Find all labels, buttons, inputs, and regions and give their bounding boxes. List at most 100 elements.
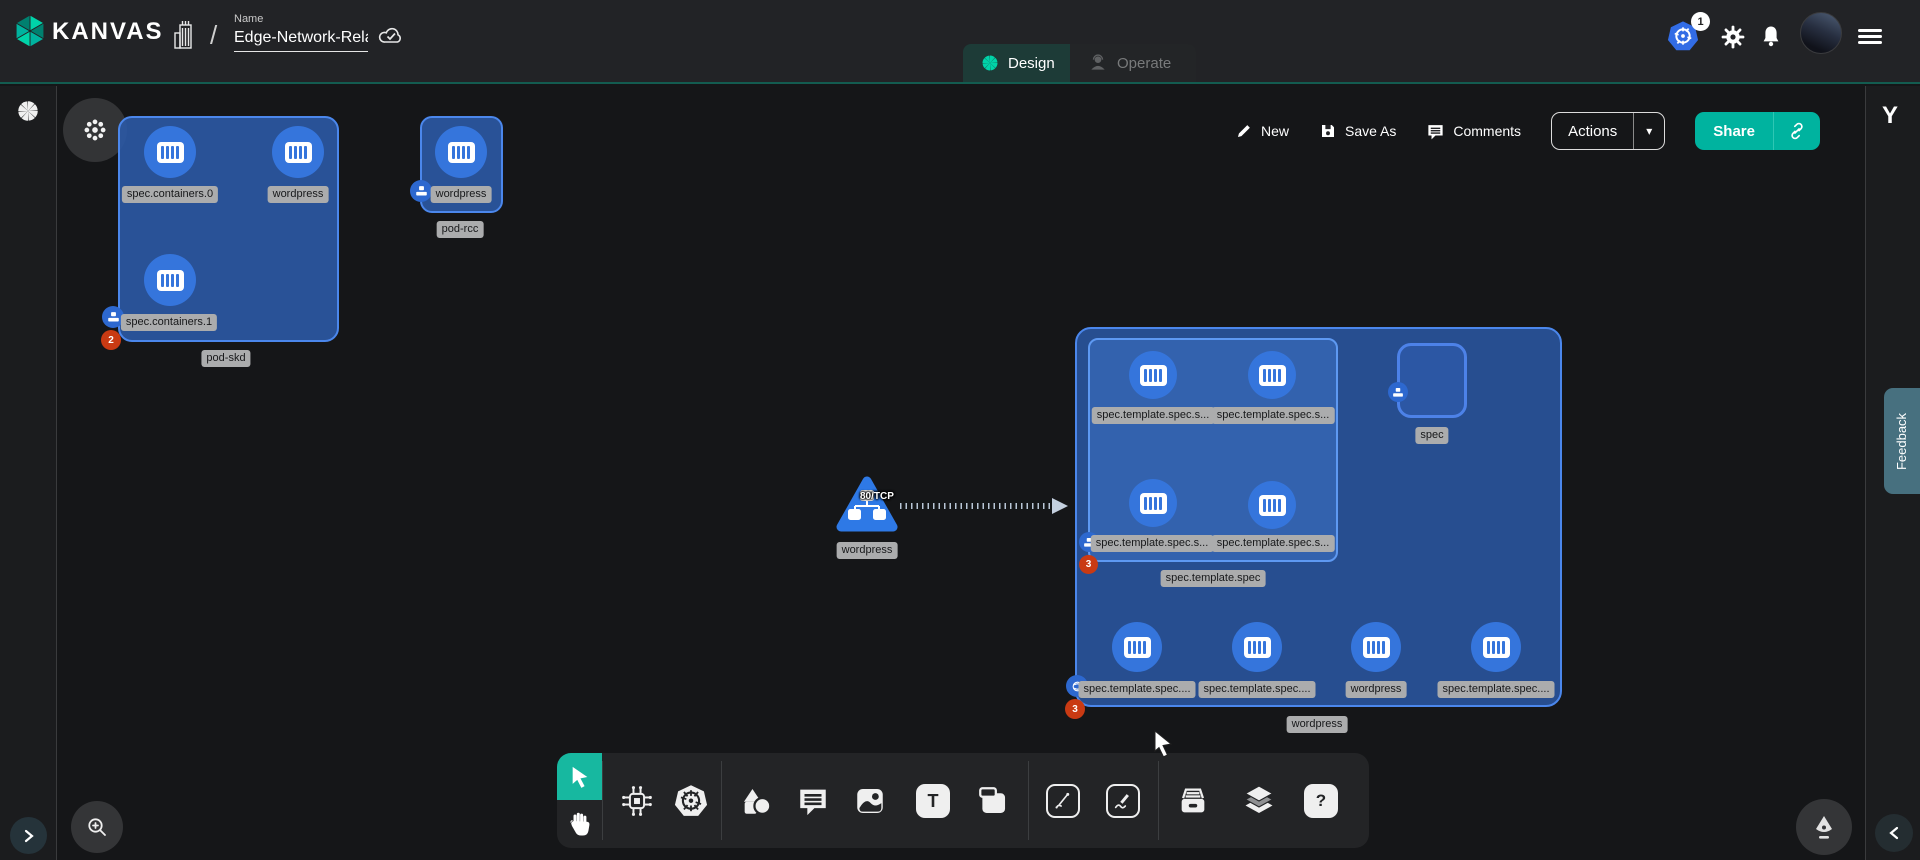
select-tool[interactable] [557, 753, 602, 800]
history-spiral-icon[interactable] [15, 98, 41, 124]
component-shapes-tool[interactable] [618, 782, 656, 820]
feedback-label: Feedback [1895, 412, 1910, 469]
node-spec-containers-1[interactable] [144, 254, 196, 306]
error-count-badge[interactable]: 3 [1079, 555, 1098, 574]
group-label-spec-template-spec: spec.template.spec [1161, 570, 1266, 587]
new-button-label: New [1261, 123, 1289, 139]
container-icon [1363, 637, 1390, 658]
container-icon [1244, 637, 1271, 658]
save-as-button[interactable]: Save As [1319, 122, 1396, 140]
notifications-bell-icon[interactable] [1759, 24, 1783, 50]
ink-pen-button[interactable] [1796, 799, 1852, 855]
node-template-container[interactable] [1248, 481, 1296, 529]
toolbar-divider [1158, 761, 1159, 840]
new-button[interactable]: New [1235, 122, 1289, 140]
y-panel-icon[interactable]: Y [1882, 102, 1898, 130]
k8s-context-count-badge: 1 [1691, 12, 1710, 31]
design-spiral-icon [981, 54, 999, 72]
kubernetes-tool[interactable] [672, 782, 710, 820]
image-tool[interactable] [851, 782, 889, 820]
tab-operate[interactable]: Operate [1070, 44, 1196, 82]
collapse-right-panel-button[interactable] [1875, 814, 1913, 852]
node-template-container[interactable] [1112, 622, 1162, 672]
design-name-input[interactable] [234, 28, 368, 52]
container-icon [1259, 365, 1286, 386]
app-header: KANVAS / Name [0, 0, 1920, 84]
save-icon [1319, 122, 1337, 140]
container-icon [157, 270, 184, 291]
tab-design-label: Design [1008, 55, 1055, 72]
node-label: spec.template.spec.s... [1212, 535, 1335, 552]
chip-icon [620, 784, 654, 818]
label-shape-tool[interactable] [974, 782, 1012, 820]
node-service-wordpress[interactable] [834, 474, 900, 536]
feedback-tab[interactable]: Feedback [1884, 388, 1920, 494]
hand-icon [568, 811, 592, 837]
zoom-button[interactable] [71, 801, 123, 853]
error-count-badge[interactable]: 3 [1065, 699, 1085, 719]
node-label: spec.template.spec.... [1079, 681, 1196, 698]
pen-tool[interactable] [1044, 782, 1082, 820]
zoom-in-icon [85, 815, 109, 839]
node-spec-containers-0[interactable] [144, 126, 196, 178]
tab-design[interactable]: Design [963, 44, 1070, 82]
hamburger-menu-icon[interactable] [1858, 26, 1882, 47]
settings-gear-icon[interactable] [1720, 24, 1746, 50]
kubernetes-context-icon[interactable]: 1 [1666, 20, 1700, 52]
kanvas-logo-icon[interactable] [14, 13, 46, 49]
node-label: spec.containers.1 [121, 314, 217, 331]
node-template-container[interactable] [1129, 479, 1177, 527]
help-tool[interactable]: ? [1302, 782, 1340, 820]
layers-tool[interactable] [1240, 782, 1278, 820]
node-label: spec.containers.0 [122, 186, 218, 203]
container-icon [448, 142, 475, 163]
node-label: spec.template.spec.s... [1091, 535, 1214, 552]
comments-button[interactable]: Comments [1426, 122, 1521, 141]
new-pencil-icon [1235, 122, 1253, 140]
label-rect-icon [976, 784, 1010, 818]
save-as-button-label: Save As [1345, 123, 1396, 139]
freehand-icon [1106, 784, 1140, 818]
pod-badge-icon[interactable] [1388, 382, 1408, 402]
actions-split-button[interactable]: Actions ▾ [1551, 112, 1665, 150]
actions-button-label[interactable]: Actions [1552, 113, 1633, 149]
node-wordpress-container[interactable] [1351, 622, 1401, 672]
node-label: spec.template.spec.s... [1212, 407, 1335, 424]
shapes-icon [739, 784, 773, 818]
node-label: wordpress [1346, 681, 1407, 698]
group-label-pod-skd: pod-skd [201, 350, 250, 367]
comment-tool[interactable] [794, 782, 832, 820]
group-label-pod-rcc: pod-rcc [437, 221, 484, 238]
shapes-tool[interactable] [737, 782, 775, 820]
container-icon [157, 142, 184, 163]
copy-link-button[interactable] [1773, 112, 1820, 150]
layers-icon [1241, 783, 1277, 819]
group-spec-template-spec[interactable]: 3 [1088, 338, 1338, 562]
node-template-container[interactable] [1248, 351, 1296, 399]
user-avatar[interactable] [1800, 12, 1842, 54]
expand-left-panel-button[interactable] [10, 817, 47, 854]
name-field-label: Name [234, 13, 263, 25]
design-actions-bar: New Save As Comments Actions ▾ Share [1235, 112, 1820, 150]
cloud-sync-icon [377, 24, 405, 46]
node-label: spec.template.spec.... [1438, 681, 1555, 698]
organization-icon[interactable] [172, 19, 198, 51]
group-label-deployment: wordpress [1287, 716, 1348, 733]
pod-badge-icon[interactable] [410, 180, 432, 202]
saved-components-tool[interactable] [1174, 782, 1212, 820]
share-button-label[interactable]: Share [1695, 112, 1773, 150]
node-template-container[interactable] [1471, 622, 1521, 672]
actions-caret-button[interactable]: ▾ [1633, 113, 1664, 149]
freehand-draw-tool[interactable] [1104, 782, 1142, 820]
node-template-container[interactable] [1232, 622, 1282, 672]
node-template-container[interactable] [1129, 351, 1177, 399]
node-spec[interactable] [1397, 343, 1467, 418]
pan-tool[interactable] [557, 800, 602, 847]
node-label-spec: spec [1415, 427, 1448, 444]
error-count-badge[interactable]: 2 [101, 330, 121, 350]
node-wordpress-pod-rcc[interactable] [435, 126, 487, 178]
share-split-button[interactable]: Share [1695, 112, 1820, 150]
node-wordpress-pod-skd[interactable] [272, 126, 324, 178]
text-tool[interactable]: T [914, 782, 952, 820]
service-label: wordpress [837, 542, 898, 559]
